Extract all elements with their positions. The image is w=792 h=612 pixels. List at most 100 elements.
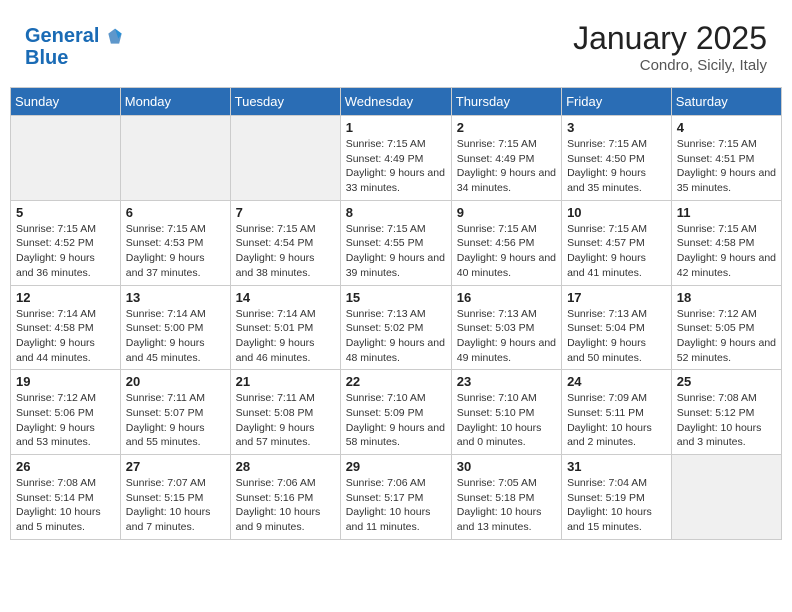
day-number: 27 [126, 459, 225, 474]
calendar-cell: 11 Sunrise: 7:15 AM Sunset: 4:58 PM Dayli… [671, 200, 781, 285]
calendar-week-row: 5Sunrise: 7:15 AM Sunset: 4:52 PM Daylig… [11, 200, 782, 285]
day-info: Sunrise: 7:12 AM Sunset: 5:05 PM Dayligh… [677, 307, 776, 366]
calendar-cell [11, 116, 121, 201]
calendar-cell: 29 Sunrise: 7:06 AM Sunset: 5:17 PM Dayli… [340, 455, 451, 540]
day-info: Sunrise: 7:08 AM Sunset: 5:14 PM Dayligh… [16, 476, 115, 535]
calendar-cell: 23 Sunrise: 7:10 AM Sunset: 5:10 PM Dayli… [451, 370, 561, 455]
day-info: Sunrise: 7:11 AM Sunset: 5:07 PM Dayligh… [126, 391, 225, 450]
calendar-cell: 27 Sunrise: 7:07 AM Sunset: 5:15 PM Dayli… [120, 455, 230, 540]
calendar-cell: 15 Sunrise: 7:13 AM Sunset: 5:02 PM Dayli… [340, 285, 451, 370]
day-number: 19 [16, 374, 115, 389]
calendar-cell: 8 Sunrise: 7:15 AM Sunset: 4:55 PM Daylig… [340, 200, 451, 285]
day-number: 2 [457, 120, 556, 135]
day-info: Sunrise: 7:15 AM Sunset: 4:58 PM Dayligh… [677, 222, 776, 281]
calendar-cell: 24 Sunrise: 7:09 AM Sunset: 5:11 PM Dayli… [562, 370, 672, 455]
calendar-cell: 1 Sunrise: 7:15 AM Sunset: 4:49 PM Daylig… [340, 116, 451, 201]
calendar-cell: 3Sunrise: 7:15 AM Sunset: 4:50 PM Daylig… [562, 116, 672, 201]
day-info: Sunrise: 7:15 AM Sunset: 4:54 PM Dayligh… [236, 222, 335, 281]
day-number: 11 [677, 205, 776, 220]
day-number: 18 [677, 290, 776, 305]
day-info: Sunrise: 7:10 AM Sunset: 5:09 PM Dayligh… [346, 391, 446, 450]
day-number: 5 [16, 205, 115, 220]
day-info: Sunrise: 7:15 AM Sunset: 4:49 PM Dayligh… [457, 137, 556, 196]
calendar-cell: 12Sunrise: 7:14 AM Sunset: 4:58 PM Dayli… [11, 285, 121, 370]
day-info: Sunrise: 7:15 AM Sunset: 4:55 PM Dayligh… [346, 222, 446, 281]
calendar-week-row: 1 Sunrise: 7:15 AM Sunset: 4:49 PM Daylig… [11, 116, 782, 201]
day-info: Sunrise: 7:09 AM Sunset: 5:11 PM Dayligh… [567, 391, 666, 450]
weekday-header: Monday [120, 88, 230, 116]
day-number: 6 [126, 205, 225, 220]
day-info: Sunrise: 7:04 AM Sunset: 5:19 PM Dayligh… [567, 476, 666, 535]
day-info: Sunrise: 7:15 AM Sunset: 4:57 PM Dayligh… [567, 222, 666, 281]
weekday-header: Tuesday [230, 88, 340, 116]
calendar-cell [230, 116, 340, 201]
calendar-cell: 18 Sunrise: 7:12 AM Sunset: 5:05 PM Dayli… [671, 285, 781, 370]
day-info: Sunrise: 7:12 AM Sunset: 5:06 PM Dayligh… [16, 391, 115, 450]
day-number: 9 [457, 205, 556, 220]
location: Condro, Sicily, Italy [573, 57, 767, 74]
day-number: 12 [16, 290, 115, 305]
day-number: 29 [346, 459, 446, 474]
day-info: Sunrise: 7:14 AM Sunset: 5:00 PM Dayligh… [126, 307, 225, 366]
day-info: Sunrise: 7:06 AM Sunset: 5:16 PM Dayligh… [236, 476, 335, 535]
day-info: Sunrise: 7:13 AM Sunset: 5:03 PM Dayligh… [457, 307, 556, 366]
calendar-cell: 4Sunrise: 7:15 AM Sunset: 4:51 PM Daylig… [671, 116, 781, 201]
weekday-header: Saturday [671, 88, 781, 116]
weekday-header: Friday [562, 88, 672, 116]
calendar-cell: 16 Sunrise: 7:13 AM Sunset: 5:03 PM Dayli… [451, 285, 561, 370]
day-number: 14 [236, 290, 335, 305]
day-number: 20 [126, 374, 225, 389]
logo-blue: Blue [25, 47, 125, 69]
calendar-cell: 19 Sunrise: 7:12 AM Sunset: 5:06 PM Dayli… [11, 370, 121, 455]
weekday-header: Wednesday [340, 88, 451, 116]
weekday-header-row: SundayMondayTuesdayWednesdayThursdayFrid… [11, 88, 782, 116]
calendar-cell: 9Sunrise: 7:15 AM Sunset: 4:56 PM Daylig… [451, 200, 561, 285]
day-number: 17 [567, 290, 666, 305]
day-number: 22 [346, 374, 446, 389]
calendar-cell [671, 455, 781, 540]
calendar-week-row: 12Sunrise: 7:14 AM Sunset: 4:58 PM Dayli… [11, 285, 782, 370]
calendar-cell: 30Sunrise: 7:05 AM Sunset: 5:18 PM Dayli… [451, 455, 561, 540]
day-info: Sunrise: 7:15 AM Sunset: 4:49 PM Dayligh… [346, 137, 446, 196]
day-info: Sunrise: 7:06 AM Sunset: 5:17 PM Dayligh… [346, 476, 446, 535]
day-number: 16 [457, 290, 556, 305]
day-number: 15 [346, 290, 446, 305]
calendar-cell: 21 Sunrise: 7:11 AM Sunset: 5:08 PM Dayli… [230, 370, 340, 455]
calendar: SundayMondayTuesdayWednesdayThursdayFrid… [10, 87, 782, 540]
day-info: Sunrise: 7:08 AM Sunset: 5:12 PM Dayligh… [677, 391, 776, 450]
day-number: 24 [567, 374, 666, 389]
day-info: Sunrise: 7:10 AM Sunset: 5:10 PM Dayligh… [457, 391, 556, 450]
calendar-cell: 5Sunrise: 7:15 AM Sunset: 4:52 PM Daylig… [11, 200, 121, 285]
day-info: Sunrise: 7:07 AM Sunset: 5:15 PM Dayligh… [126, 476, 225, 535]
calendar-cell: 6Sunrise: 7:15 AM Sunset: 4:53 PM Daylig… [120, 200, 230, 285]
calendar-cell: 26 Sunrise: 7:08 AM Sunset: 5:14 PM Dayli… [11, 455, 121, 540]
day-info: Sunrise: 7:15 AM Sunset: 4:51 PM Dayligh… [677, 137, 776, 196]
calendar-cell: 13 Sunrise: 7:14 AM Sunset: 5:00 PM Dayli… [120, 285, 230, 370]
day-info: Sunrise: 7:14 AM Sunset: 5:01 PM Dayligh… [236, 307, 335, 366]
title-block: January 2025 Condro, Sicily, Italy [573, 20, 767, 74]
weekday-header: Sunday [11, 88, 121, 116]
day-number: 1 [346, 120, 446, 135]
calendar-cell: 25 Sunrise: 7:08 AM Sunset: 5:12 PM Dayli… [671, 370, 781, 455]
day-info: Sunrise: 7:13 AM Sunset: 5:02 PM Dayligh… [346, 307, 446, 366]
weekday-header: Thursday [451, 88, 561, 116]
calendar-cell: 28 Sunrise: 7:06 AM Sunset: 5:16 PM Dayli… [230, 455, 340, 540]
day-number: 10 [567, 205, 666, 220]
calendar-cell: 22 Sunrise: 7:10 AM Sunset: 5:09 PM Dayli… [340, 370, 451, 455]
calendar-cell: 10 Sunrise: 7:15 AM Sunset: 4:57 PM Dayli… [562, 200, 672, 285]
page-header: General Blue January 2025 Condro, Sicily… [10, 10, 782, 79]
day-info: Sunrise: 7:11 AM Sunset: 5:08 PM Dayligh… [236, 391, 335, 450]
day-number: 8 [346, 205, 446, 220]
day-number: 3 [567, 120, 666, 135]
calendar-cell: 31Sunrise: 7:04 AM Sunset: 5:19 PM Dayli… [562, 455, 672, 540]
day-info: Sunrise: 7:13 AM Sunset: 5:04 PM Dayligh… [567, 307, 666, 366]
day-number: 26 [16, 459, 115, 474]
day-number: 25 [677, 374, 776, 389]
calendar-cell: 20 Sunrise: 7:11 AM Sunset: 5:07 PM Dayli… [120, 370, 230, 455]
day-number: 13 [126, 290, 225, 305]
day-number: 21 [236, 374, 335, 389]
calendar-cell: 7Sunrise: 7:15 AM Sunset: 4:54 PM Daylig… [230, 200, 340, 285]
day-number: 23 [457, 374, 556, 389]
day-info: Sunrise: 7:05 AM Sunset: 5:18 PM Dayligh… [457, 476, 556, 535]
day-number: 28 [236, 459, 335, 474]
